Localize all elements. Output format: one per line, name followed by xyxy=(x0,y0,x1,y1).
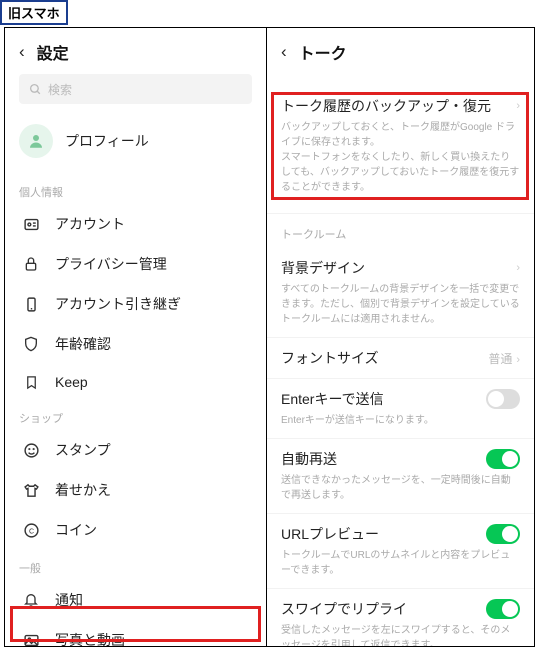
url-title: URLプレビュー xyxy=(281,524,379,544)
item-enter: Enterキーで送信 Enterキーが送信キーになります。 xyxy=(267,379,534,439)
row-label: アカウント xyxy=(55,214,252,234)
talk-header: ‹ トーク xyxy=(267,28,534,74)
toggle-auto[interactable] xyxy=(486,449,520,469)
back-icon[interactable]: ‹ xyxy=(19,42,25,62)
device-tag: 旧スマホ xyxy=(0,0,68,25)
settings-title: 設定 xyxy=(37,40,69,64)
chevron-icon: › xyxy=(516,262,520,274)
row-theme[interactable]: 着せかえ xyxy=(5,470,266,510)
transfer-icon xyxy=(19,296,43,313)
chevron-icon: › xyxy=(516,354,520,366)
toggle-enter[interactable] xyxy=(486,389,520,409)
coin-icon: C xyxy=(19,522,43,539)
item-url: URLプレビュー トークルームでURLのサムネイルと内容をプレビューできます。 xyxy=(267,514,534,589)
settings-pane: ‹ 設定 検索 プロフィール 個人情報 アカウント プライバシー管理 アカウント… xyxy=(5,28,267,646)
profile-row[interactable]: プロフィール xyxy=(5,118,266,174)
row-notify[interactable]: 通知 xyxy=(5,580,266,620)
section-general: 一般 xyxy=(5,550,266,580)
item-font[interactable]: フォントサイズ 普通 › xyxy=(267,338,534,379)
row-label: コイン xyxy=(55,520,252,540)
item-swipe: スワイプでリプライ 受信したメッセージを左にスワイプすると、そのメッセージを引用… xyxy=(267,589,534,646)
row-label: スタンプ xyxy=(55,440,252,460)
bell-icon xyxy=(19,592,43,608)
search-icon xyxy=(29,83,42,96)
talk-pane: ‹ トーク トーク履歴のバックアップ・復元 › バックアップしておくと、トーク履… xyxy=(267,28,534,646)
backup-desc: バックアップしておくと、トーク履歴がGoogle ドライブに保存されます。 スマ… xyxy=(281,120,520,195)
bg-title: 背景デザイン xyxy=(281,258,365,278)
back-icon[interactable]: ‹ xyxy=(281,42,287,62)
row-label: 通知 xyxy=(55,590,252,610)
row-coin[interactable]: C コイン xyxy=(5,510,266,550)
avatar xyxy=(19,124,53,158)
item-bg[interactable]: 背景デザイン › すべてのトークルームの背景デザインを一括で変更できます。ただし… xyxy=(267,248,534,338)
section-talkroom: トークルーム xyxy=(267,214,534,248)
section-personal: 個人情報 xyxy=(5,174,266,204)
toggle-url[interactable] xyxy=(486,524,520,544)
smile-icon xyxy=(19,442,43,459)
row-label: アカウント引き継ぎ xyxy=(55,294,252,314)
toggle-swipe[interactable] xyxy=(486,599,520,619)
row-label: 着せかえ xyxy=(55,480,252,500)
row-account[interactable]: アカウント xyxy=(5,204,266,244)
url-desc: トークルームでURLのサムネイルと内容をプレビューできます。 xyxy=(281,548,520,578)
settings-header: ‹ 設定 xyxy=(5,28,266,74)
enter-desc: Enterキーが送信キーになります。 xyxy=(281,413,520,428)
image-icon xyxy=(19,632,43,647)
lock-icon xyxy=(19,256,43,272)
talk-title: トーク xyxy=(299,40,347,64)
swipe-title: スワイプでリプライ xyxy=(281,599,407,619)
font-value: 普通 xyxy=(488,352,512,366)
row-label: Keep xyxy=(55,374,252,390)
section-shop: ショップ xyxy=(5,400,266,430)
row-privacy[interactable]: プライバシー管理 xyxy=(5,244,266,284)
account-icon xyxy=(19,216,43,233)
row-label: プライバシー管理 xyxy=(55,254,252,274)
backup-title: トーク履歴のバックアップ・復元 xyxy=(281,96,491,116)
item-backup[interactable]: トーク履歴のバックアップ・復元 › バックアップしておくと、トーク履歴がGoog… xyxy=(267,74,534,214)
panes-container: ‹ 設定 検索 プロフィール 個人情報 アカウント プライバシー管理 アカウント… xyxy=(4,27,535,647)
profile-label: プロフィール xyxy=(65,131,149,151)
auto-title: 自動再送 xyxy=(281,449,337,469)
search-placeholder: 検索 xyxy=(48,81,72,98)
row-transfer[interactable]: アカウント引き継ぎ xyxy=(5,284,266,324)
row-stamp[interactable]: スタンプ xyxy=(5,430,266,470)
auto-desc: 送信できなかったメッセージを、一定時間後に自動で再送します。 xyxy=(281,473,520,503)
bookmark-icon xyxy=(19,375,43,390)
shirt-icon xyxy=(19,482,43,499)
row-label: 年齢確認 xyxy=(55,334,252,354)
item-auto: 自動再送 送信できなかったメッセージを、一定時間後に自動で再送します。 xyxy=(267,439,534,514)
row-keep[interactable]: Keep xyxy=(5,364,266,400)
row-photo[interactable]: 写真と動画 xyxy=(5,620,266,646)
chevron-icon: › xyxy=(516,100,520,112)
row-age[interactable]: 年齢確認 xyxy=(5,324,266,364)
svg-text:C: C xyxy=(28,527,33,535)
font-title: フォントサイズ xyxy=(281,348,379,368)
enter-title: Enterキーで送信 xyxy=(281,389,384,409)
shield-icon xyxy=(19,336,43,352)
search-input[interactable]: 検索 xyxy=(19,74,252,104)
row-label: 写真と動画 xyxy=(55,630,252,646)
swipe-desc: 受信したメッセージを左にスワイプすると、そのメッセージを引用して返信できます。 xyxy=(281,623,520,646)
bg-desc: すべてのトークルームの背景デザインを一括で変更できます。ただし、個別で背景デザイ… xyxy=(281,282,520,327)
